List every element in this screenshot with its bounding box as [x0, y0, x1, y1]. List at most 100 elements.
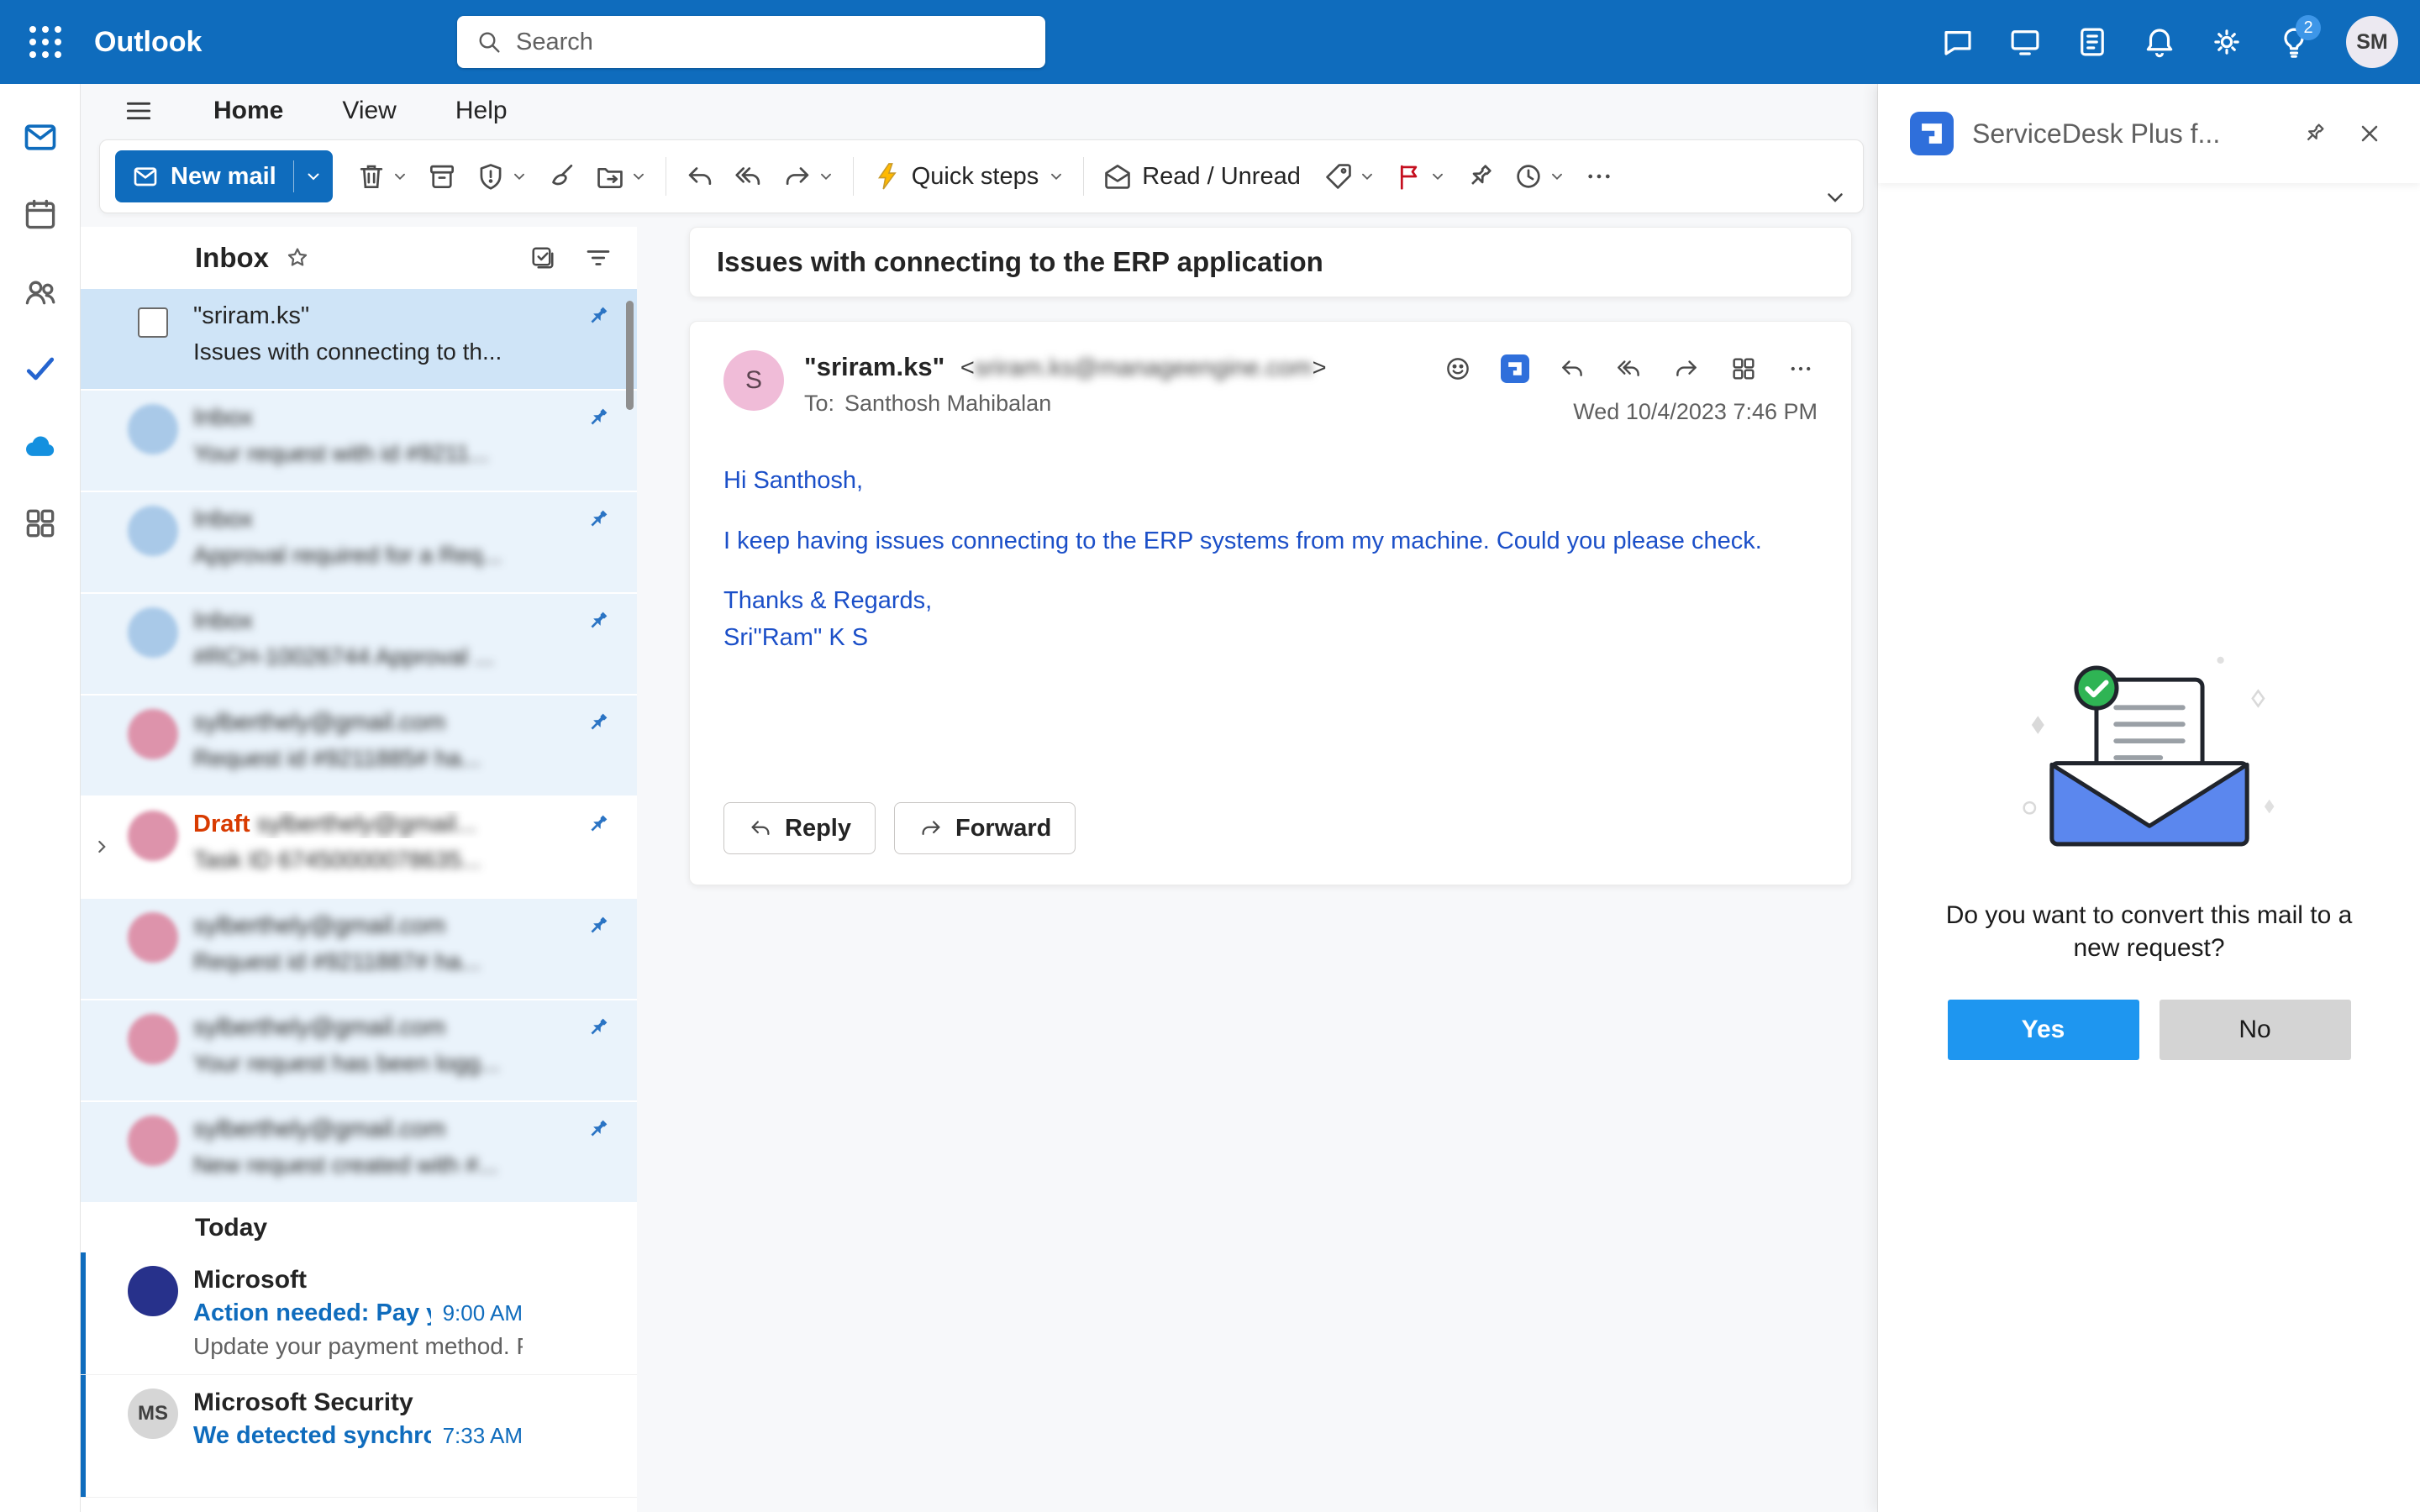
rail-mail-button[interactable] — [18, 114, 63, 160]
account-avatar[interactable]: SM — [2346, 16, 2398, 68]
flag-button[interactable] — [1386, 151, 1455, 202]
search-box[interactable] — [457, 16, 1045, 68]
reply-action-button[interactable]: Reply — [723, 802, 876, 854]
tab-view[interactable]: View — [342, 97, 396, 125]
notes-icon — [2081, 28, 2104, 56]
message-subject: We detected synchroni... — [193, 1422, 431, 1449]
pin-button[interactable] — [1456, 151, 1503, 202]
pin-addin-button[interactable] — [2296, 115, 2333, 152]
message-subject: New request created with #... — [193, 1152, 498, 1178]
delete-button[interactable] — [348, 151, 417, 202]
forward-button[interactable] — [1670, 352, 1703, 386]
reply-button[interactable] — [676, 151, 723, 202]
addin-header: ServiceDesk Plus f... — [1878, 84, 2420, 183]
settings-button[interactable] — [2200, 15, 2254, 69]
avatar — [128, 912, 178, 963]
favorite-star-button[interactable] — [284, 244, 311, 271]
hamburger-button[interactable] — [123, 95, 155, 127]
notifications-button[interactable] — [2133, 15, 2186, 69]
snooze-button[interactable] — [1505, 151, 1574, 202]
new-mail-dropdown[interactable] — [294, 150, 333, 202]
list-item[interactable]: sylberthely@gmail.com Request id #921188… — [81, 696, 637, 797]
list-item[interactable]: Inbox Approval required for a Req... — [81, 492, 637, 594]
pin-icon[interactable] — [585, 1116, 612, 1142]
list-item[interactable]: sylberthely@gmail.com Request id #921188… — [81, 899, 637, 1000]
archive-button[interactable] — [418, 151, 466, 202]
categorize-button[interactable] — [1315, 151, 1384, 202]
forward-button[interactable] — [774, 151, 843, 202]
top-actions: 2 SM — [1931, 15, 2398, 69]
avatar — [128, 709, 178, 759]
read-unread-button[interactable]: Read / Unread — [1094, 151, 1313, 202]
list-item[interactable]: sylberthely@gmail.com New request create… — [81, 1102, 637, 1204]
quick-steps-button[interactable]: Quick steps — [864, 151, 1074, 202]
avatar — [128, 1266, 178, 1316]
no-button[interactable]: No — [2159, 1000, 2351, 1060]
tab-help[interactable]: Help — [455, 97, 508, 125]
tips-button[interactable]: 2 — [2267, 15, 2321, 69]
list-item[interactable]: Inbox Your request with id #9211... — [81, 391, 637, 492]
more-options-button[interactable] — [1576, 151, 1623, 202]
apps-button[interactable] — [1727, 352, 1760, 386]
pin-icon[interactable] — [585, 607, 612, 634]
message-date: Wed 10/4/2023 7:46 PM — [1573, 399, 1818, 424]
pin-icon[interactable] — [585, 811, 612, 837]
list-scrollbar[interactable] — [626, 301, 634, 410]
list-item[interactable]: sylberthely@gmail.com Your request has b… — [81, 1000, 637, 1102]
pin-icon[interactable] — [585, 709, 612, 736]
collapse-ribbon-button[interactable] — [1823, 184, 1848, 209]
yes-button[interactable]: Yes — [1947, 1000, 2139, 1060]
search-input[interactable] — [516, 28, 1027, 56]
rail-apps-button[interactable] — [18, 501, 63, 546]
list-item[interactable]: MS Microsoft Security We detected synchr… — [81, 1375, 637, 1498]
avatar — [128, 607, 178, 658]
reply-all-button[interactable] — [1612, 352, 1646, 386]
forward-action-button[interactable]: Forward — [893, 802, 1076, 854]
pin-icon[interactable] — [585, 912, 612, 939]
rail-onedrive-button[interactable] — [18, 423, 63, 469]
meet-now-button[interactable] — [1998, 15, 2052, 69]
notes-button[interactable] — [2065, 15, 2119, 69]
sender-avatar[interactable]: S — [723, 350, 784, 411]
reply-all-button[interactable] — [725, 151, 772, 202]
servicedesk-addin-button[interactable] — [1498, 352, 1532, 386]
list-item[interactable]: "sriram.ks" Issues with connecting to th… — [81, 289, 637, 391]
new-mail-button[interactable]: New mail — [115, 150, 333, 202]
filter-button[interactable] — [578, 238, 618, 278]
rail-todo-button[interactable] — [18, 346, 63, 391]
forward-icon — [922, 821, 940, 835]
list-item[interactable]: Microsoft Action needed: Pay yo... 9:00 … — [81, 1252, 637, 1375]
chat-button[interactable] — [1931, 15, 1985, 69]
app-launcher-button[interactable] — [22, 18, 69, 66]
message-checkbox[interactable] — [138, 307, 168, 338]
message-subject-header: Issues with connecting to the ERP applic… — [689, 227, 1852, 297]
reactions-button[interactable] — [1441, 352, 1475, 386]
sweep-button[interactable] — [538, 151, 585, 202]
close-addin-button[interactable] — [2351, 115, 2388, 152]
folder-title: Inbox — [195, 242, 269, 273]
expand-conversation-button[interactable] — [91, 836, 113, 858]
tab-home[interactable]: Home — [213, 97, 283, 125]
move-to-button[interactable] — [587, 151, 655, 202]
today-section-header: Today — [81, 1204, 637, 1252]
rail-people-button[interactable] — [18, 269, 63, 314]
message-subject: Issues with connecting to th... — [193, 339, 502, 365]
pin-icon[interactable] — [585, 404, 612, 431]
toolbar-row: New mail Quick steps Read / Unread — [81, 138, 1877, 227]
to-value[interactable]: Santhosh Mahibalan — [844, 391, 1051, 417]
select-messages-button[interactable] — [523, 238, 563, 278]
message-subject: Action needed: Pay yo... — [193, 1299, 431, 1326]
message-subject: Request id #9211887# ha... — [193, 948, 481, 974]
pin-icon[interactable] — [585, 302, 612, 329]
list-item[interactable]: Inbox #RCH-10026744 Approval ... — [81, 594, 637, 696]
rail-calendar-button[interactable] — [18, 192, 63, 237]
reply-button[interactable] — [1555, 352, 1589, 386]
flag-icon — [1400, 165, 1418, 190]
move-folder-icon — [597, 167, 623, 189]
report-button[interactable] — [467, 151, 536, 202]
list-item[interactable]: Draft sylberthely@gmail... Task ID 674500… — [81, 797, 637, 899]
more-actions-button[interactable] — [1784, 352, 1818, 386]
people-icon — [25, 281, 55, 305]
pin-icon[interactable] — [585, 1014, 612, 1041]
pin-icon[interactable] — [585, 506, 612, 533]
